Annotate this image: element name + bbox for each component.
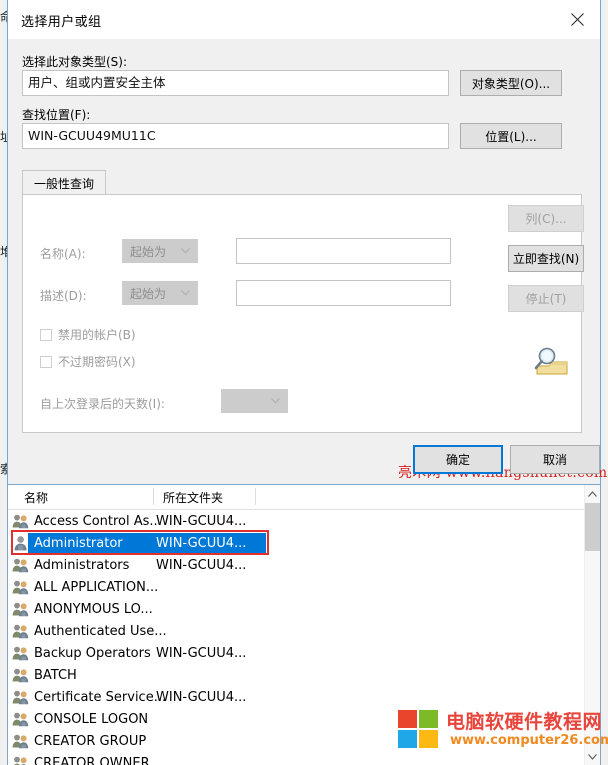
close-icon[interactable] xyxy=(554,0,600,38)
magnifier-folder-icon xyxy=(529,344,573,380)
row-name: Backup Operators xyxy=(34,645,151,661)
non-expiring-password-label: 不过期密码(X) xyxy=(58,355,136,369)
name-condition-value: 起始为 xyxy=(130,244,167,259)
column-divider[interactable] xyxy=(255,488,256,505)
group-icon xyxy=(12,733,30,749)
row-folder: WIN-GCUU4... xyxy=(156,513,247,529)
watermark-logo-title: 电脑软硬件教程网 xyxy=(446,711,603,733)
location-input[interactable]: WIN-GCUU49MU11C xyxy=(22,123,449,149)
row-name: BATCH xyxy=(34,667,77,683)
checkbox-box xyxy=(40,328,52,341)
row-name: Authenticated Use... xyxy=(34,623,167,639)
find-now-button[interactable]: 立即查找(N) xyxy=(508,245,584,272)
name-label: 名称(A): xyxy=(40,247,86,261)
row-folder: WIN-GCUU4... xyxy=(156,645,247,661)
name-condition-combo[interactable]: 起始为 xyxy=(122,239,198,263)
days-since-logon-combo[interactable] xyxy=(221,389,288,413)
column-header-name[interactable]: 名称 xyxy=(24,489,48,506)
list-column-headers: 名称 所在文件夹 xyxy=(8,485,600,510)
group-icon xyxy=(12,645,30,661)
description-condition-combo[interactable]: 起始为 xyxy=(122,281,198,305)
disabled-accounts-label: 禁用的帐户(B) xyxy=(58,328,136,342)
row-name: Certificate Service... xyxy=(34,689,167,705)
group-icon xyxy=(12,667,30,683)
group-icon xyxy=(12,711,30,727)
group-icon xyxy=(12,755,30,765)
watermark-computer26: 电脑软硬件教程网 www.computer26.com xyxy=(398,705,608,757)
disabled-accounts-checkbox[interactable]: 禁用的帐户(B) xyxy=(40,326,136,343)
group-icon xyxy=(12,579,30,595)
dialog-title: 选择用户或组 xyxy=(21,15,102,30)
columns-button[interactable]: 列(C)... xyxy=(508,205,584,232)
row-folder: WIN-GCUU4... xyxy=(156,535,247,551)
table-row[interactable]: Administrator WIN-GCUU4... xyxy=(8,532,584,554)
chevron-down-icon xyxy=(271,398,280,404)
table-row[interactable]: Access Control As... WIN-GCUU4... xyxy=(8,510,584,532)
table-row[interactable]: ANONYMOUS LO... xyxy=(8,598,584,620)
cancel-button[interactable]: 取消 xyxy=(510,445,600,474)
name-value-input[interactable] xyxy=(236,238,451,264)
row-name: ALL APPLICATION... xyxy=(34,579,159,595)
row-folder: WIN-GCUU4... xyxy=(156,689,247,705)
description-condition-value: 起始为 xyxy=(130,286,167,301)
location-label: 查找位置(F): xyxy=(22,108,91,122)
object-type-label: 选择此对象类型(S): xyxy=(22,55,128,69)
checkbox-box xyxy=(40,355,52,368)
group-icon xyxy=(12,557,30,573)
windows-logo-icon xyxy=(398,710,440,750)
table-row[interactable]: Administrators WIN-GCUU4... xyxy=(8,554,584,576)
group-icon xyxy=(12,689,30,705)
row-name: Access Control As... xyxy=(34,513,162,529)
ok-button[interactable]: 确定 xyxy=(413,445,503,474)
locations-button[interactable]: 位置(L)... xyxy=(460,123,562,149)
table-row[interactable]: ALL APPLICATION... xyxy=(8,576,584,598)
row-name: CONSOLE LOGON xyxy=(34,711,149,727)
table-row[interactable]: BATCH xyxy=(8,664,584,686)
description-value-input[interactable] xyxy=(236,280,451,306)
table-row[interactable]: Backup Operators WIN-GCUU4... xyxy=(8,642,584,664)
row-name: Administrator xyxy=(34,535,123,551)
column-divider[interactable] xyxy=(153,488,154,505)
watermark-logo-url: www.computer26.com xyxy=(450,733,608,748)
stop-button[interactable]: 停止(T) xyxy=(508,285,584,312)
non-expiring-password-checkbox[interactable]: 不过期密码(X) xyxy=(40,353,136,370)
days-since-logon-label: 自上次登录后的天数(I): xyxy=(40,397,165,411)
chevron-down-icon xyxy=(181,290,190,296)
object-types-button[interactable]: 对象类型(O)... xyxy=(460,70,562,96)
dialog-titlebar: 选择用户或组 xyxy=(8,0,600,39)
user-icon xyxy=(12,535,30,551)
row-name: CREATOR OWNER xyxy=(34,755,150,765)
row-name: Administrators xyxy=(34,557,130,573)
chevron-down-icon xyxy=(181,248,190,254)
query-tabs: 一般性查询 xyxy=(22,170,582,195)
row-folder: WIN-GCUU4... xyxy=(156,557,247,573)
tab-general-query[interactable]: 一般性查询 xyxy=(22,170,107,195)
row-name: CREATOR GROUP xyxy=(34,733,147,749)
group-icon xyxy=(12,623,30,639)
table-row[interactable]: Authenticated Use... xyxy=(8,620,584,642)
group-icon xyxy=(12,513,30,529)
row-name: ANONYMOUS LO... xyxy=(34,601,153,617)
column-header-folder[interactable]: 所在文件夹 xyxy=(163,489,223,506)
description-label: 描述(D): xyxy=(40,289,87,303)
scrollbar-thumb[interactable] xyxy=(585,503,600,551)
group-icon xyxy=(12,601,30,617)
object-type-input[interactable]: 用户、组或内置安全主体 xyxy=(22,70,449,96)
scroll-up-icon[interactable] xyxy=(585,485,600,502)
general-query-panel: 名称(A): 起始为 描述(D): 起始为 禁用的帐户(B) 不过期密码(X) … xyxy=(22,194,582,433)
